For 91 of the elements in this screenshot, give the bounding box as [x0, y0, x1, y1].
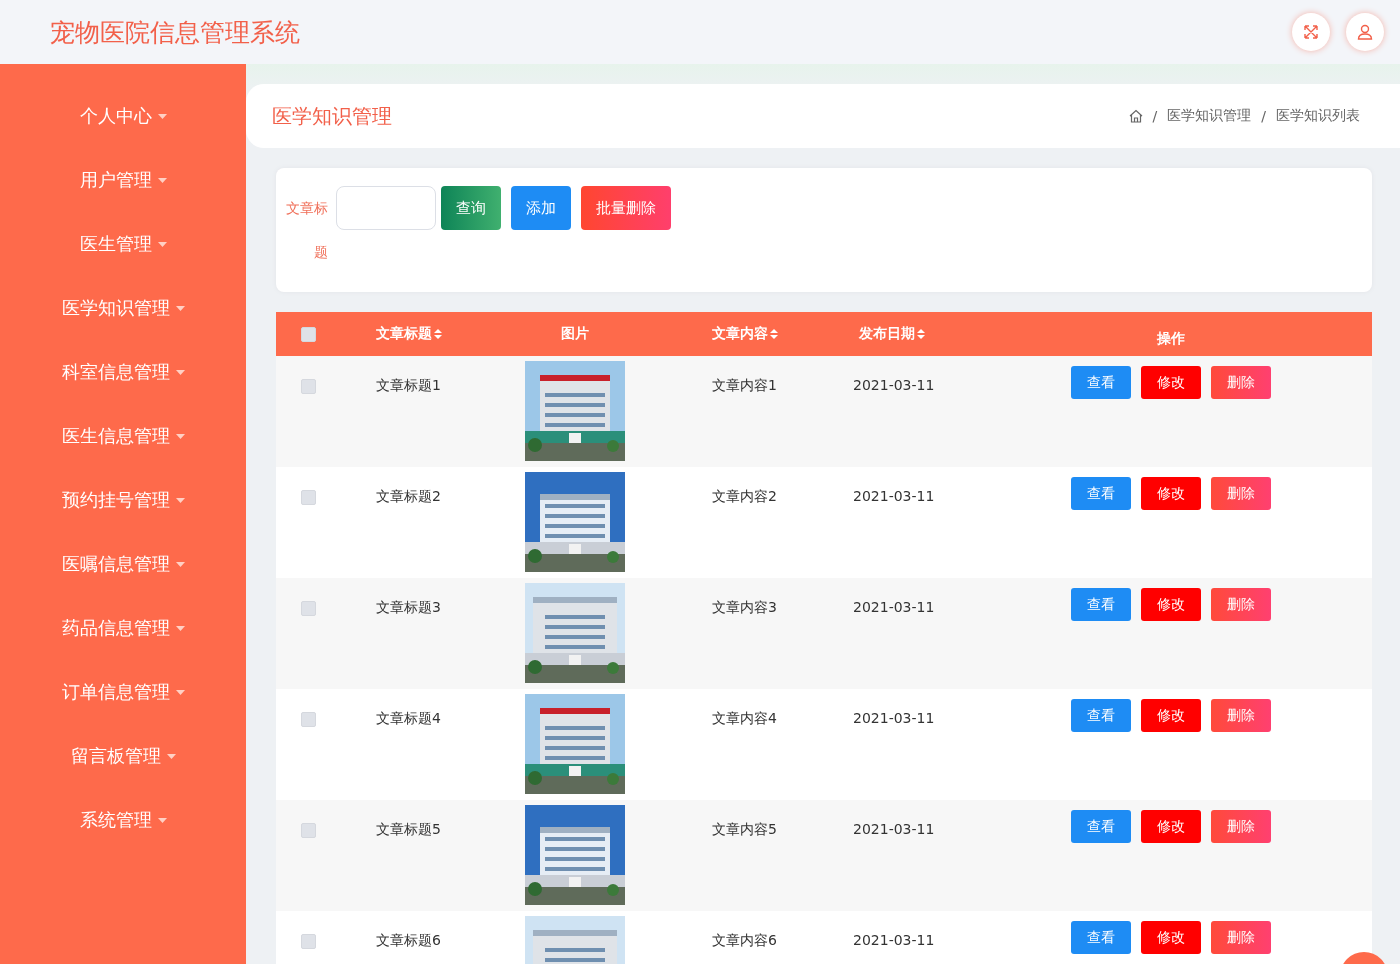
sidebar-item[interactable]: 药品信息管理 — [0, 596, 246, 660]
sidebar-item[interactable]: 医嘱信息管理 — [0, 532, 246, 596]
view-button[interactable]: 查看 — [1071, 810, 1131, 843]
caret-icon — [175, 561, 185, 567]
edit-button[interactable]: 修改 — [1141, 810, 1201, 843]
breadcrumb-separator: / — [1261, 108, 1266, 124]
edit-button[interactable]: 修改 — [1141, 921, 1201, 954]
view-button[interactable]: 查看 — [1071, 477, 1131, 510]
user-icon — [1357, 24, 1373, 40]
edit-button[interactable]: 修改 — [1141, 588, 1201, 621]
row-checkbox[interactable] — [300, 712, 316, 727]
delete-button[interactable]: 删除 — [1211, 699, 1271, 732]
field-label: 文章标题 — [285, 199, 328, 262]
delete-button[interactable]: 删除 — [1211, 588, 1271, 621]
delete-button[interactable]: 删除 — [1211, 921, 1271, 954]
query-button[interactable]: 查询 — [441, 186, 501, 230]
table-cell: 文章标题1 — [376, 377, 441, 393]
caret-icon — [175, 305, 185, 311]
view-button[interactable]: 查看 — [1071, 921, 1131, 954]
fullscreen-button[interactable] — [1292, 13, 1330, 51]
caret-icon — [157, 817, 167, 823]
caret-icon — [157, 177, 167, 183]
table-cell: 文章标题6 — [376, 932, 441, 948]
table-cell: 文章标题2 — [376, 488, 441, 504]
sidebar-item[interactable]: 科室信息管理 — [0, 340, 246, 404]
caret-icon — [175, 497, 185, 503]
column-header[interactable]: 文章内容 — [712, 325, 768, 343]
table-cell: 文章内容4 — [712, 710, 777, 726]
sidebar-item[interactable]: 个人中心 — [0, 84, 246, 148]
table-cell: 文章标题3 — [376, 599, 441, 615]
table-cell: 文章内容1 — [712, 377, 777, 393]
table-cell: 文章内容6 — [712, 932, 777, 948]
delete-button[interactable]: 删除 — [1211, 810, 1271, 843]
table-cell: 文章标题5 — [376, 821, 441, 837]
caret-icon — [175, 369, 185, 375]
sort-icon[interactable] — [770, 329, 778, 339]
fullscreen-icon — [1303, 24, 1319, 40]
row-checkbox[interactable] — [300, 490, 316, 505]
table-cell: 2021-03-11 — [853, 488, 935, 504]
sort-icon[interactable] — [434, 329, 442, 339]
user-button[interactable] — [1346, 13, 1384, 51]
table-cell: 2021-03-11 — [853, 821, 935, 837]
breadcrumb-item[interactable]: 医学知识管理 — [1167, 107, 1252, 125]
title-input-field[interactable] — [336, 186, 436, 230]
page-title: 医学知识管理 — [272, 102, 392, 130]
sidebar-item[interactable]: 用户管理 — [0, 148, 246, 212]
caret-icon — [157, 113, 167, 119]
table-cell: 2021-03-11 — [853, 377, 935, 393]
row-checkbox[interactable] — [300, 379, 316, 394]
column-header: 操作 — [1157, 330, 1185, 348]
delete-button[interactable]: 批量删除 — [581, 186, 671, 230]
row-checkbox[interactable] — [300, 934, 316, 949]
row-checkbox[interactable] — [300, 601, 316, 616]
table-cell: 2021-03-11 — [853, 599, 935, 615]
home-icon[interactable] — [1128, 109, 1143, 123]
view-button[interactable]: 查看 — [1071, 699, 1131, 732]
caret-icon — [157, 241, 167, 247]
add-button[interactable]: 添加 — [511, 186, 571, 230]
column-header[interactable]: 发布日期 — [859, 325, 915, 343]
sidebar-item[interactable]: 医生信息管理 — [0, 404, 246, 468]
sort-icon[interactable] — [917, 329, 925, 339]
delete-button[interactable]: 删除 — [1211, 366, 1271, 399]
row-checkbox[interactable] — [300, 823, 316, 838]
table-cell: 2021-03-11 — [853, 710, 935, 726]
app-title: 宠物医院信息管理系统 — [50, 16, 300, 49]
select-all-checkbox[interactable] — [300, 326, 316, 342]
breadcrumb-item[interactable]: 医学知识列表 — [1276, 107, 1360, 125]
column-header: 图片 — [561, 325, 589, 343]
table-cell: 文章内容3 — [712, 599, 777, 615]
sidebar-item[interactable]: 系统管理 — [0, 788, 246, 852]
table-cell: 文章标题4 — [376, 710, 441, 726]
sidebar-item[interactable]: 留言板管理 — [0, 724, 246, 788]
view-button[interactable]: 查看 — [1071, 588, 1131, 621]
table-cell: 2021-03-11 — [853, 932, 935, 948]
table-cell: 文章内容2 — [712, 488, 777, 504]
sidebar-item[interactable]: 医学知识管理 — [0, 276, 246, 340]
table-cell: 文章内容5 — [712, 821, 777, 837]
caret-icon — [175, 625, 185, 631]
edit-button[interactable]: 修改 — [1141, 366, 1201, 399]
sidebar-item[interactable]: 预约挂号管理 — [0, 468, 246, 532]
sidebar-item[interactable]: 医生管理 — [0, 212, 246, 276]
caret-icon — [166, 753, 176, 759]
delete-button[interactable]: 删除 — [1211, 477, 1271, 510]
edit-button[interactable]: 修改 — [1141, 477, 1201, 510]
caret-icon — [175, 433, 185, 439]
caret-icon — [175, 689, 185, 695]
breadcrumb-separator: / — [1152, 108, 1158, 124]
column-header[interactable]: 文章标题 — [376, 325, 432, 343]
edit-button[interactable]: 修改 — [1141, 699, 1201, 732]
view-button[interactable]: 查看 — [1071, 366, 1131, 399]
sidebar-item[interactable]: 订单信息管理 — [0, 660, 246, 724]
